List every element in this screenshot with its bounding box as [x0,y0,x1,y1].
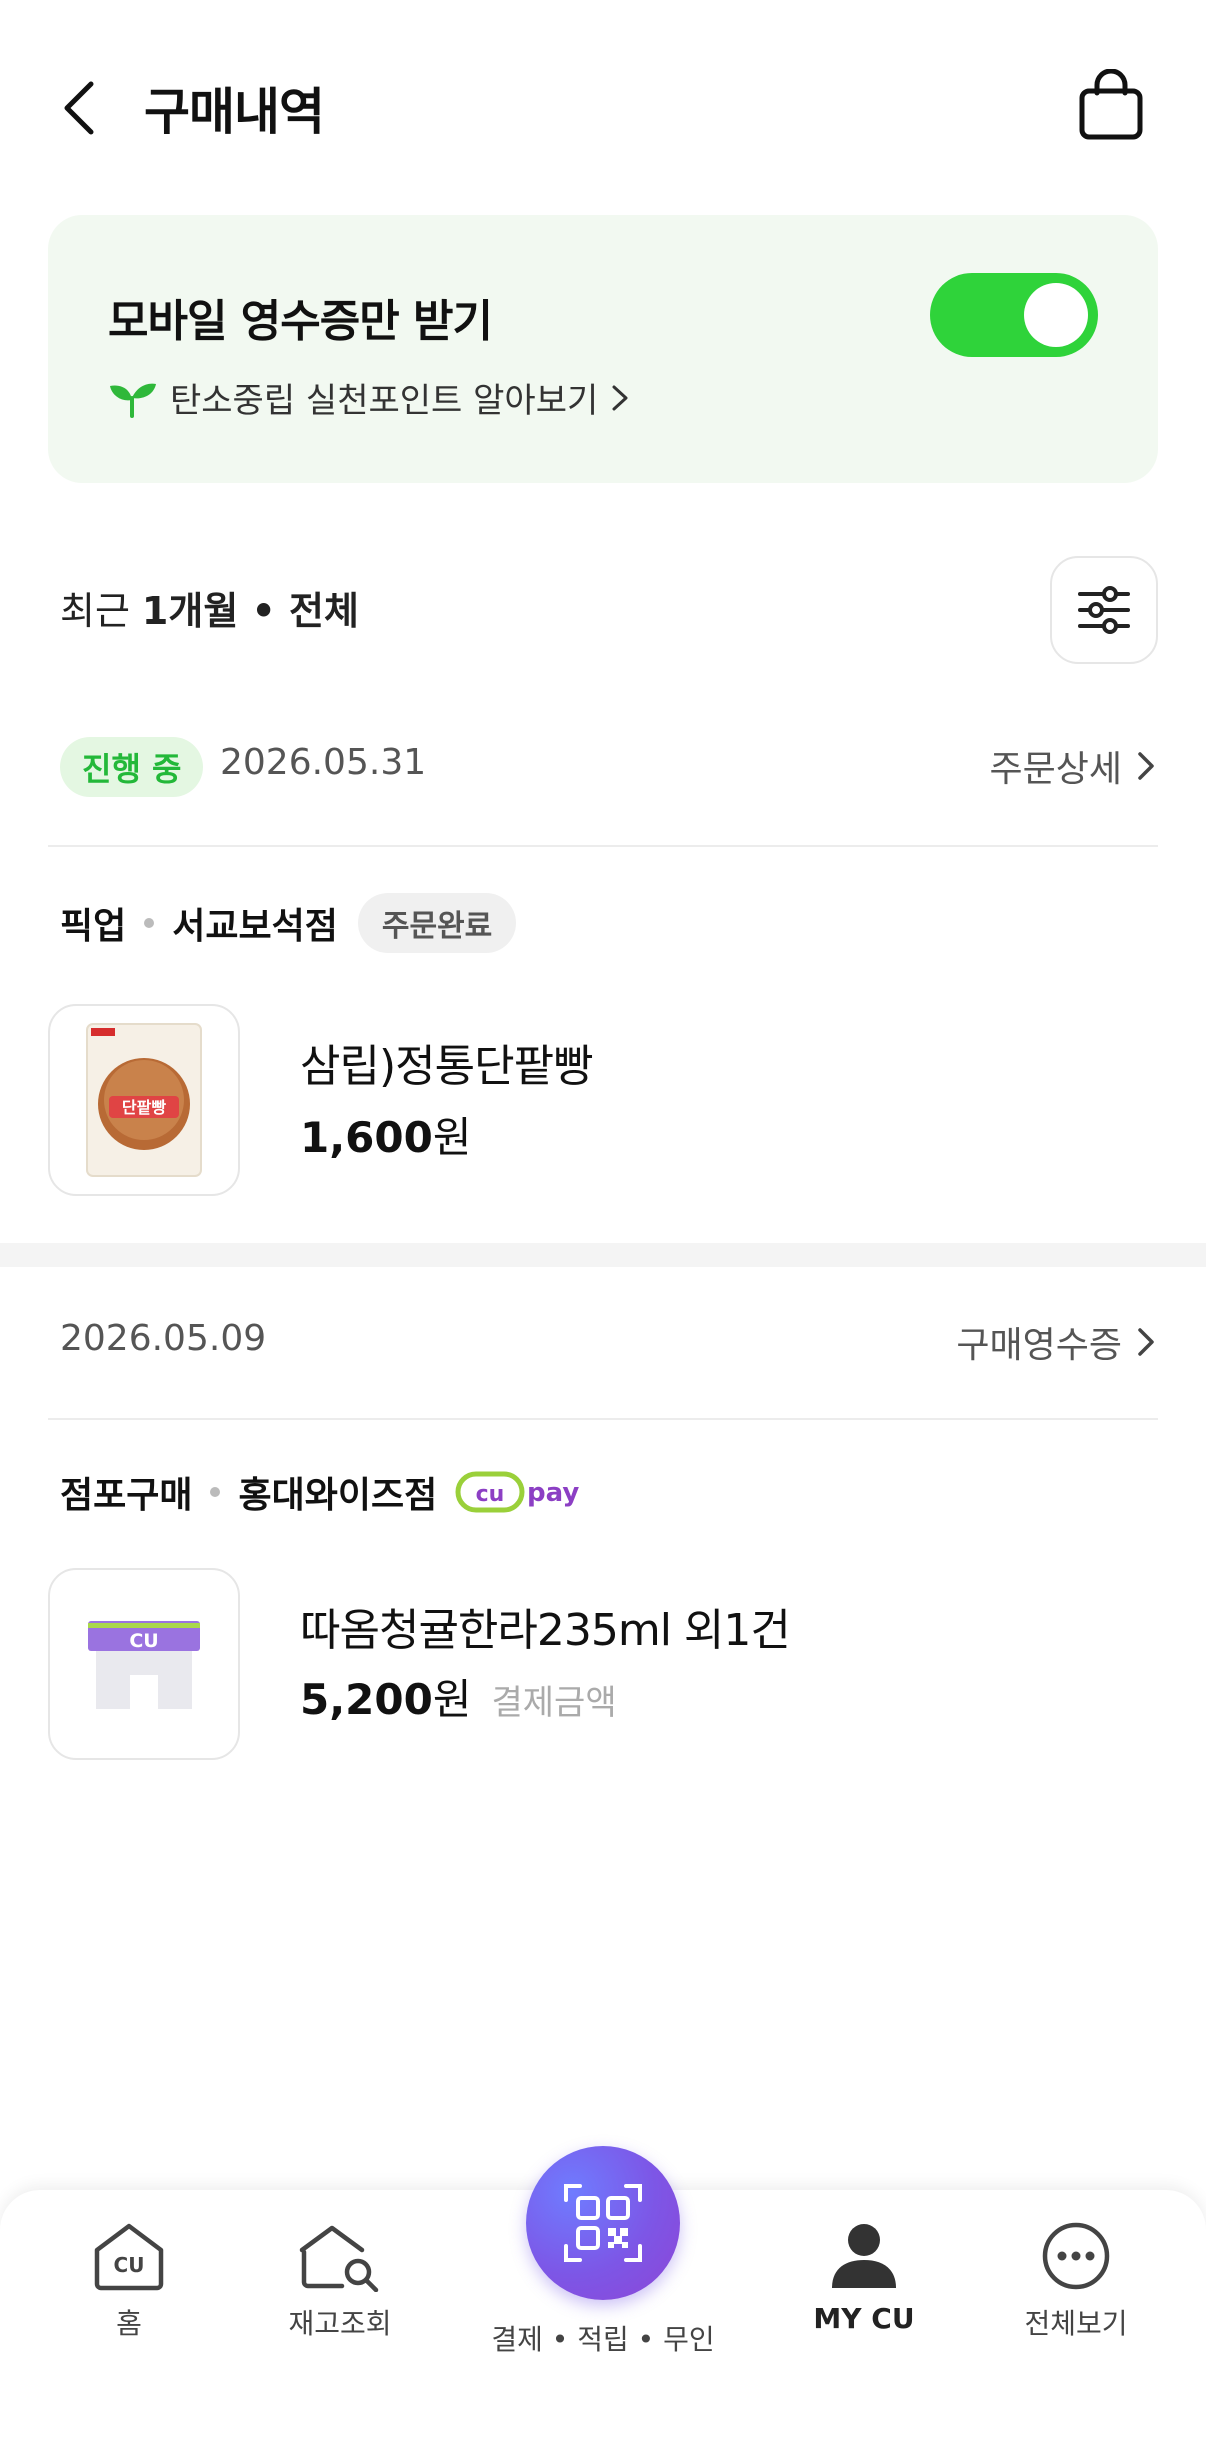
stock-search-icon [299,2225,379,2292]
nav-stock-label: 재고조회 [288,2307,392,2340]
store-name: 홍대와이즈점 [238,1475,438,1516]
divider [48,1418,1158,1420]
status-badge: 진행 중 [60,737,204,797]
toggle-knob [1024,283,1088,347]
qr-code-icon [564,2184,642,2262]
cu-pay-logo: cu pay [455,1468,595,1516]
header: 구매내역 [0,0,1206,210]
payment-amount-label: 결제금액 [491,1683,617,1723]
nav-stock[interactable]: 재고조회 [240,2220,440,2342]
product-name: 삼립)정통단팥빵 [300,1041,594,1092]
purchase-receipt-link[interactable]: 구매영수증 [956,1316,1156,1368]
svg-text:pay: pay [527,1478,579,1508]
thumb-text: 단팥빵 [122,1098,166,1117]
order-store-row: 점포구매 홍대와이즈점 cu pay [60,1466,595,1518]
filter-button[interactable] [1050,556,1158,664]
svg-text:cu: cu [476,1482,505,1507]
shopping-bag-icon [1079,69,1143,140]
nav-all[interactable]: 전체보기 [976,2220,1176,2342]
mobile-receipt-title: 모바일 영수증만 받기 [108,296,493,347]
order-detail-link[interactable]: 주문상세 [990,740,1156,792]
price-amount: 5,200 [300,1675,433,1724]
chevron-left-icon [64,81,94,135]
price-unit: 원 [432,1113,472,1162]
page-title: 구매내역 [144,83,325,141]
section-separator [0,1243,1206,1267]
filter-value: 1개월 • 전체 [141,589,359,633]
carbon-link-label: 탄소중립 실천포인트 알아보기 [170,381,599,421]
sliders-icon [1078,586,1130,634]
mobile-receipt-card: 모바일 영수증만 받기 탄소중립 실천포인트 알아보기 [48,215,1158,483]
product-thumbnail[interactable]: 단팥빵 [48,1004,240,1196]
nav-home[interactable]: CU 홈 [29,2220,229,2342]
cu-home-icon: CU [94,2223,164,2291]
cu-pay-icon: cu pay [455,1471,580,1513]
red-bean-bread-image: 단팥빵 [86,1023,202,1177]
product-price: 5,200 원 결제금액 [300,1666,617,1727]
separator-dot [144,918,155,928]
nav-home-label: 홈 [116,2307,142,2340]
filter-prefix: 최근 [60,589,130,633]
order-date: 2026.05.09 [60,1318,267,1359]
more-icon [1042,2222,1110,2290]
shopping-bag-button[interactable] [1070,62,1152,148]
svg-text:CU: CU [129,1630,158,1652]
product-name: 따옴청귤한라235ml 외1건 [300,1605,791,1656]
divider [48,845,1158,847]
order-store-row: 픽업 서교보석점 주문완료 [60,893,517,953]
chevron-right-icon [1138,752,1154,780]
chevron-right-icon [1138,1328,1154,1356]
nav-pay-label: 결제 • 적립 • 무인 [491,2323,715,2356]
mobile-receipt-toggle[interactable] [930,273,1098,357]
store-name: 서교보석점 [172,906,338,947]
filter-summary: 최근 1개월 • 전체 [60,580,359,635]
cu-store-icon: CU [88,1621,200,1709]
person-icon [832,2224,896,2288]
pay-qr-button[interactable] [526,2146,680,2300]
price-amount: 1,600 [300,1113,433,1162]
product-price: 1,600 원 [300,1104,472,1165]
store-thumbnail[interactable]: CU [48,1568,240,1760]
back-button[interactable] [48,68,108,148]
order-type: 픽업 [60,906,127,947]
nav-all-label: 전체보기 [1024,2307,1128,2340]
order-date: 2026.05.31 [220,742,427,783]
order-complete-badge: 주문완료 [357,893,517,953]
separator-dot [210,1487,221,1497]
carbon-neutral-link[interactable]: 탄소중립 실천포인트 알아보기 [106,373,630,422]
nav-mycu-label: MY CU [813,2302,915,2335]
purchase-receipt-label: 구매영수증 [956,1325,1122,1366]
sprout-icon [110,383,156,418]
price-unit: 원 [432,1675,472,1724]
svg-text:CU: CU [114,2253,145,2277]
nav-mycu[interactable]: MY CU [764,2220,964,2335]
chevron-right-icon [612,385,628,410]
order-type: 점포구매 [60,1475,193,1516]
order-detail-label: 주문상세 [989,749,1122,790]
